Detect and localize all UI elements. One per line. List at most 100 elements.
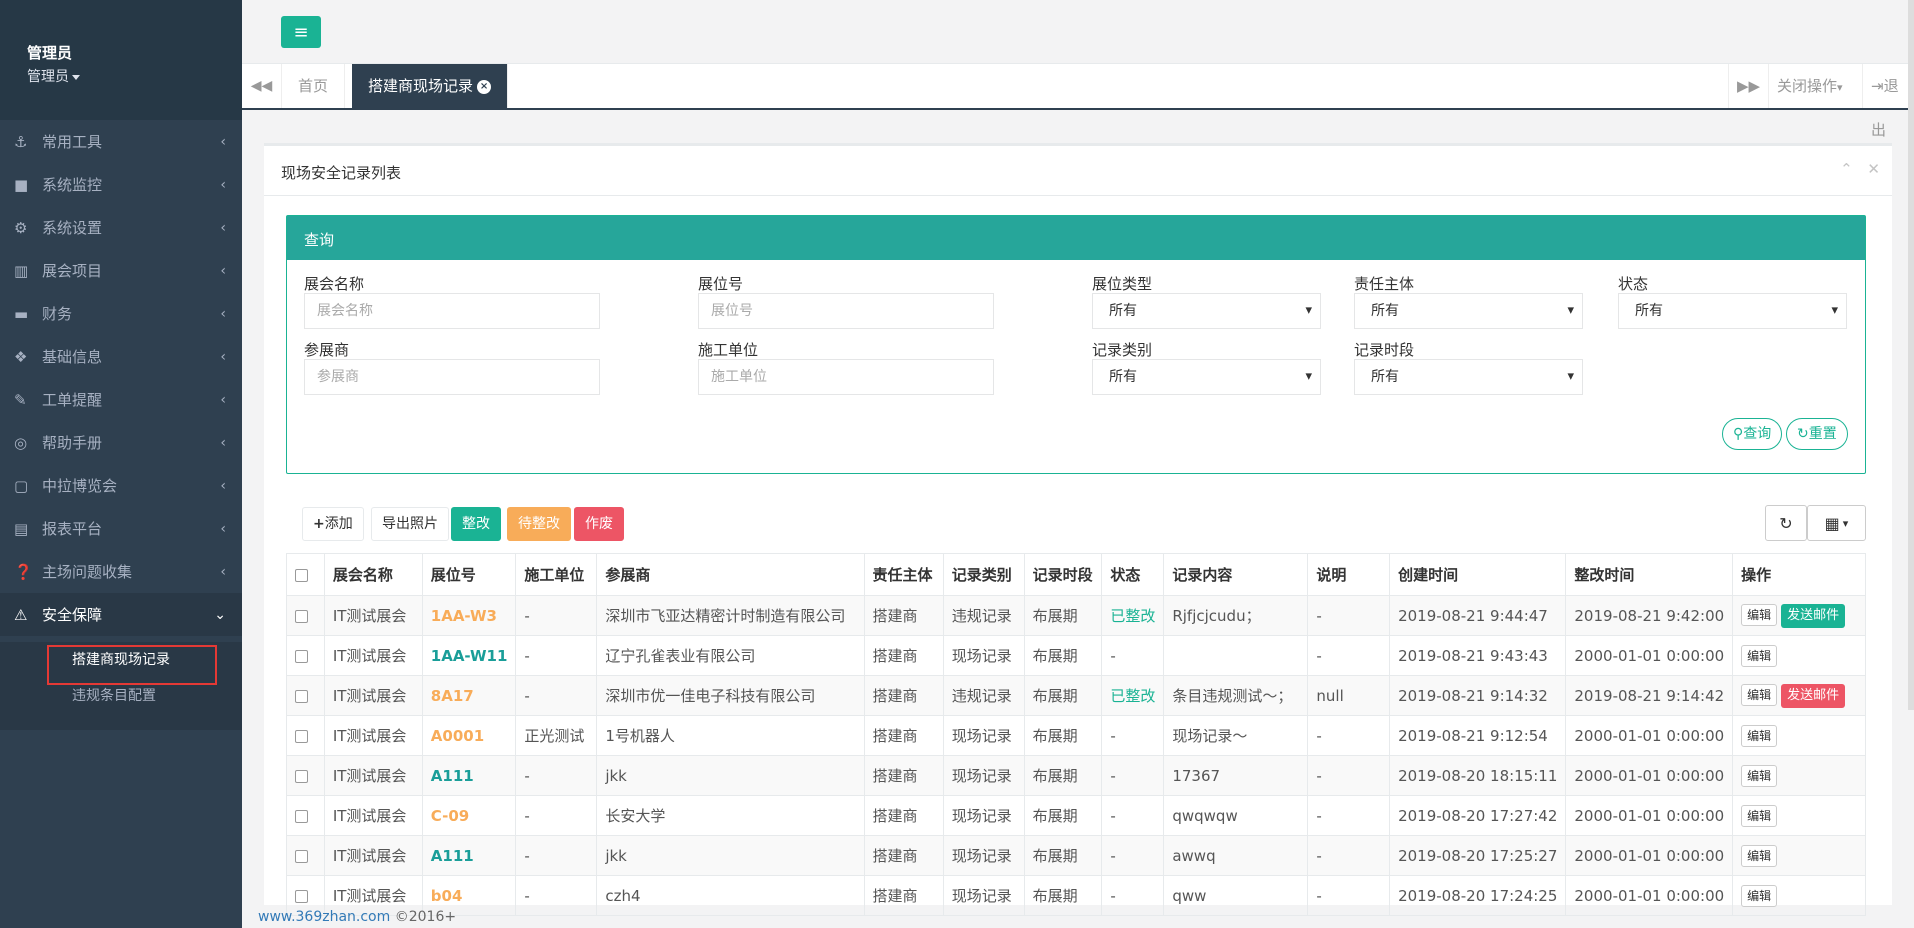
collapse-icon[interactable]: ⌃ bbox=[1840, 160, 1853, 178]
sign-out-icon: ⇥ bbox=[1871, 77, 1884, 95]
edit-button[interactable]: 编辑 bbox=[1741, 644, 1778, 667]
cell-resp-text: 搭建商 bbox=[872, 887, 918, 905]
responsible-select[interactable]: 所有 bbox=[1354, 293, 1583, 329]
column-header[interactable]: 记录时段 bbox=[1023, 553, 1103, 596]
rectify-button[interactable]: 整改 bbox=[451, 507, 501, 541]
search-button[interactable]: ⚲查询 bbox=[1722, 418, 1783, 450]
export-photos-button[interactable]: 导出照片 bbox=[371, 507, 449, 541]
row-select-cell[interactable] bbox=[286, 675, 325, 716]
table-row[interactable]: IT测试展会 A111 - jkk 搭建商 现场记录 布展期 - 17367 - 2019-08-2… bbox=[286, 755, 1866, 796]
tab-builder-records[interactable]: 搭建商现场记录 × bbox=[352, 64, 509, 108]
column-header[interactable]: 展会名称 bbox=[323, 553, 423, 596]
record-type-select[interactable]: 所有 bbox=[1092, 359, 1321, 395]
row-checkbox[interactable] bbox=[295, 809, 308, 823]
close-ops-dropdown[interactable]: 关闭操作▾ bbox=[1768, 64, 1851, 108]
row-checkbox[interactable] bbox=[295, 769, 308, 783]
columns-toggle-button[interactable]: ▦ ▾ bbox=[1807, 505, 1866, 541]
edit-button[interactable]: 编辑 bbox=[1741, 683, 1778, 706]
sidebar-item-7[interactable]: ◎ 帮助手册 ‹ bbox=[0, 421, 242, 464]
builder-input[interactable]: 施工单位 bbox=[698, 359, 994, 395]
send-mail-button[interactable]: 发送邮件 bbox=[1781, 603, 1846, 628]
row-checkbox[interactable] bbox=[295, 689, 308, 703]
status-select[interactable]: 所有 bbox=[1618, 293, 1847, 329]
table-row[interactable]: IT测试展会 1AA-W3 - 深圳市飞亚达精密计时制造有限公司 搭建商 违规记录 布展期 已… bbox=[286, 595, 1866, 636]
site-link[interactable]: www.369zhan.com bbox=[258, 909, 390, 925]
column-header[interactable]: 参展商 bbox=[596, 553, 865, 596]
column-header[interactable]: 说明 bbox=[1307, 553, 1391, 596]
column-header[interactable]: 状态 bbox=[1101, 553, 1165, 596]
tab-scroll-right-button[interactable]: ▶▶ bbox=[1728, 64, 1768, 108]
table-row[interactable]: IT测试展会 b04 - czh4 搭建商 现场记录 布展期 - qww - 2019-08-20 … bbox=[286, 875, 1866, 916]
column-header[interactable]: 整改时间 bbox=[1565, 553, 1734, 596]
close-tab-icon[interactable]: × bbox=[477, 79, 492, 94]
scrollbar[interactable] bbox=[1908, 0, 1914, 710]
row-select-cell[interactable] bbox=[286, 635, 325, 676]
edit-button[interactable]: 编辑 bbox=[1741, 603, 1778, 626]
edit-button[interactable]: 编辑 bbox=[1741, 884, 1778, 907]
cell-booth: C-09 bbox=[421, 795, 517, 836]
add-button[interactable]: +添加 bbox=[302, 507, 364, 541]
sidebar-item-3[interactable]: ▥ 展会项目 ‹ bbox=[0, 249, 242, 292]
pending-rectify-button[interactable]: 待整改 bbox=[507, 507, 571, 541]
sidebar-item-5[interactable]: ❖ 基础信息 ‹ bbox=[0, 335, 242, 378]
booth-type-select[interactable]: 所有 bbox=[1092, 293, 1321, 329]
row-checkbox[interactable] bbox=[295, 889, 308, 903]
table-row[interactable]: IT测试展会 C-09 - 长安大学 搭建商 现场记录 布展期 - qwqwqw - 2019-08… bbox=[286, 795, 1866, 836]
sidebar-item-1[interactable]: ■ 系统监控 ‹ bbox=[0, 163, 242, 206]
refresh-table-button[interactable]: ↻ bbox=[1765, 505, 1807, 541]
sidebar-item-safety[interactable]: ⚠ 安全保障 ⌄ bbox=[0, 593, 242, 636]
sidebar-item-9[interactable]: ▤ 报表平台 ‹ bbox=[0, 507, 242, 550]
row-select-cell[interactable] bbox=[286, 755, 325, 796]
table-row[interactable]: IT测试展会 1AA-W11- 辽宁孔雀表业有限公司 搭建商 现场记录 布展期 - -2019… bbox=[286, 635, 1866, 676]
booth-input[interactable]: 展位号 bbox=[698, 293, 994, 329]
sidebar-item-8[interactable]: ▢ 中拉博览会 ‹ bbox=[0, 464, 242, 507]
row-select-cell[interactable] bbox=[286, 835, 325, 876]
row-checkbox[interactable] bbox=[295, 849, 308, 863]
column-header[interactable]: 记录类别 bbox=[942, 553, 1025, 596]
sidebar-item-2[interactable]: ⚙ 系统设置 ‹ bbox=[0, 206, 242, 249]
sidebar-item-10[interactable]: ❓ 主场问题收集 ‹ bbox=[0, 550, 242, 593]
edit-button[interactable]: 编辑 bbox=[1741, 844, 1778, 867]
row-checkbox[interactable] bbox=[295, 649, 308, 663]
edit-button[interactable]: 编辑 bbox=[1741, 804, 1778, 827]
reset-button[interactable]: ↻重置 bbox=[1786, 418, 1848, 450]
column-header[interactable]: 记录内容 bbox=[1163, 553, 1309, 596]
row-checkbox[interactable] bbox=[295, 729, 308, 743]
column-header[interactable]: 操作 bbox=[1732, 553, 1866, 596]
sidebar-item-6[interactable]: ✎ 工单提醒 ‹ bbox=[0, 378, 242, 421]
row-select-cell[interactable] bbox=[286, 595, 325, 636]
edit-button[interactable]: 编辑 bbox=[1741, 764, 1778, 787]
row-checkbox[interactable] bbox=[295, 609, 308, 623]
edit-button[interactable]: 编辑 bbox=[1741, 724, 1778, 747]
column-header[interactable]: 施工单位 bbox=[515, 553, 598, 596]
subnav-builder-records[interactable]: 搭建商现场记录 bbox=[0, 642, 242, 685]
row-select-cell[interactable] bbox=[286, 795, 325, 836]
sidebar-item-0[interactable]: ⚓ 常用工具 ‹ bbox=[0, 120, 242, 163]
cell-note-text: - bbox=[1316, 806, 1322, 825]
cell-content: 现场记录～ bbox=[1163, 715, 1309, 756]
cell-content: 条目违规测试～； bbox=[1163, 675, 1309, 716]
logout-button[interactable]: ⇥退出 bbox=[1862, 64, 1914, 139]
sidebar-item-label: 主场问题收集 bbox=[42, 563, 133, 581]
table-row[interactable]: IT测试展会 8A17 - 深圳市优一佳电子科技有限公司 搭建商 违规记录 布展期 已整改 条目… bbox=[286, 675, 1866, 716]
column-header[interactable]: 责任主体 bbox=[863, 553, 944, 596]
table-row[interactable]: IT测试展会 A0001 正光测试 1号机器人 搭建商 现场记录 布展期 - 现场记录～ - 201… bbox=[286, 715, 1866, 756]
subnav-violation-config[interactable]: 违规条目配置 bbox=[0, 678, 242, 714]
sidebar-item-4[interactable]: ▬ 财务 ‹ bbox=[0, 292, 242, 335]
select-all-header[interactable] bbox=[286, 553, 325, 596]
send-mail-button[interactable]: 发送邮件 bbox=[1781, 683, 1846, 708]
row-select-cell[interactable] bbox=[286, 715, 325, 756]
user-role-dropdown[interactable]: 管理员 bbox=[27, 66, 242, 86]
select-all-checkbox[interactable] bbox=[295, 568, 308, 582]
table-row[interactable]: IT测试展会 A111 - jkk 搭建商 现场记录 布展期 - awwq - 2019-08-20… bbox=[286, 835, 1866, 876]
column-header[interactable]: 创建时间 bbox=[1389, 553, 1567, 596]
tab-scroll-left-button[interactable]: ◀◀ bbox=[242, 64, 282, 108]
void-button[interactable]: 作废 bbox=[574, 507, 624, 541]
column-header[interactable]: 展位号 bbox=[421, 553, 517, 596]
tab-home[interactable]: 首页 bbox=[282, 64, 346, 108]
exhibitor-input[interactable]: 参展商 bbox=[304, 359, 600, 395]
exhibition-input[interactable]: 展会名称 bbox=[304, 293, 600, 329]
close-icon[interactable]: ✕ bbox=[1867, 160, 1880, 178]
record-period-select[interactable]: 所有 bbox=[1354, 359, 1583, 395]
menu-toggle-button[interactable]: ≡ bbox=[281, 16, 321, 48]
